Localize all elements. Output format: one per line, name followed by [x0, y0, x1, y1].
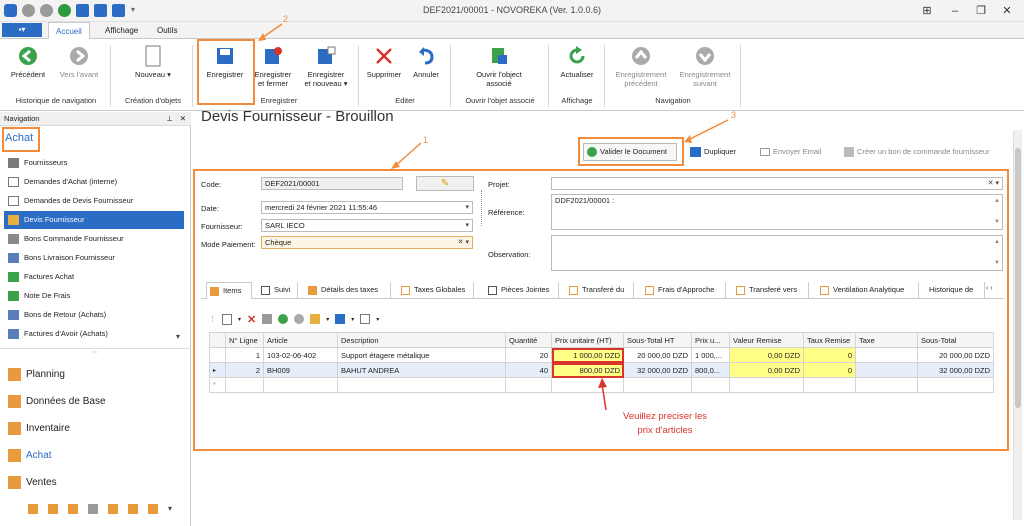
annotation-note: Veuillez preciser les prix d'articles: [623, 411, 707, 436]
arrowhead-note: [598, 378, 607, 388]
arrowhead-2: [258, 33, 266, 41]
annotation-arrows: [258, 23, 729, 411]
arrow-1: [394, 142, 422, 167]
arrowhead-3: [684, 135, 692, 143]
arrow-2: [261, 23, 283, 39]
arrow-note: [601, 383, 607, 411]
arrow-3: [687, 119, 729, 141]
